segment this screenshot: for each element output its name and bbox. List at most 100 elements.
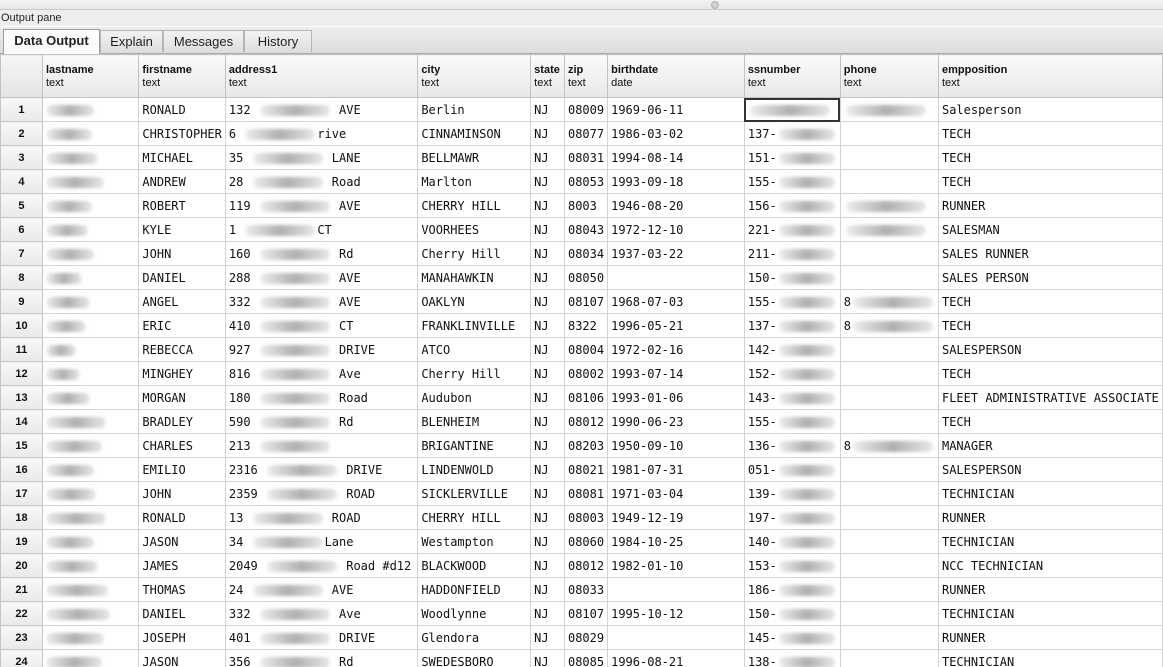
table-row[interactable]: 12 MINGHEY 816 Ave Cherry Hill NJ 08002 1993-0… [0,361,1163,386]
cell-address1[interactable]: 2049 Road #d12 [224,553,419,578]
cell-lastname[interactable] [41,385,140,410]
cell-birthdate[interactable]: 1950-09-10 [607,433,745,458]
cell-state[interactable]: NJ [530,481,565,506]
cell-empposition[interactable]: SALESPERSON [937,457,1163,482]
tab-messages[interactable]: Messages [163,30,244,52]
cell-birthdate[interactable]: 1972-02-16 [607,337,745,362]
row-number[interactable]: 9 [0,289,43,314]
column-header-lastname[interactable]: lastname text [41,54,140,98]
cell-city[interactable]: HADDONFIELD [417,577,532,602]
cell-zip[interactable]: 08012 [563,409,609,434]
cell-lastname[interactable] [41,217,140,242]
cell-city[interactable]: ATCO [417,337,532,362]
cell-firstname[interactable]: CHRISTOPHER [138,121,226,146]
cell-state[interactable]: NJ [530,217,565,242]
cell-birthdate[interactable]: 1968-07-03 [607,289,745,314]
cell-birthdate[interactable]: 1972-12-10 [607,217,745,242]
cell-city[interactable]: BLACKWOOD [417,553,532,578]
cell-address1[interactable]: 590 Rd [224,409,419,434]
cell-zip[interactable]: 08053 [563,169,609,194]
cell-firstname[interactable]: REBECCA [138,337,226,362]
cell-city[interactable]: Cherry Hill [417,241,532,266]
table-row[interactable]: 4 ANDREW 28 Road Marlton NJ 08053 1993-09-18 15… [0,169,1163,194]
cell-phone[interactable] [839,505,939,530]
row-number[interactable]: 21 [0,577,43,602]
cell-birthdate[interactable]: 1982-01-10 [607,553,745,578]
cell-lastname[interactable] [41,97,140,122]
cell-ssnumber[interactable]: 156- [743,193,841,218]
row-number[interactable]: 16 [0,457,43,482]
cell-lastname[interactable] [41,361,140,386]
cell-birthdate[interactable] [607,265,745,290]
table-row[interactable]: 21 THOMAS 24 AVE HADDONFIELD NJ 08033 186- RUNN… [0,577,1163,602]
cell-state[interactable]: NJ [530,433,565,458]
cell-empposition[interactable]: NCC TECHNICIAN [937,553,1163,578]
cell-zip[interactable]: 8322 [563,313,609,338]
cell-birthdate[interactable]: 1990-06-23 [607,409,745,434]
table-row[interactable]: 19 JASON 34 Lane Westampton NJ 08060 1984-10-2… [0,529,1163,554]
cell-address1[interactable]: 13 ROAD [224,505,419,530]
row-number[interactable]: 17 [0,481,43,506]
row-number[interactable]: 14 [0,409,43,434]
cell-empposition[interactable]: MANAGER [937,433,1163,458]
row-number[interactable]: 7 [0,241,43,266]
column-header-city[interactable]: city text [417,54,532,98]
data-grid[interactable]: lastname text firstname text address1 text … [0,54,1163,667]
cell-empposition[interactable]: TECH [937,145,1163,170]
cell-city[interactable]: BRIGANTINE [417,433,532,458]
cell-phone[interactable]: 8 [839,289,939,314]
row-number[interactable]: 3 [0,145,43,170]
cell-phone[interactable] [839,337,939,362]
cell-empposition[interactable]: TECH [937,361,1163,386]
table-row[interactable]: 8 DANIEL 288 AVE MANAHAWKIN NJ 08050 150- SALES… [0,265,1163,290]
table-row[interactable]: 17 JOHN 2359 ROAD SICKLERVILLE NJ 08081 1971-0… [0,481,1163,506]
cell-lastname[interactable] [41,145,140,170]
cell-city[interactable]: BELLMAWR [417,145,532,170]
cell-firstname[interactable]: KYLE [138,217,226,242]
cell-lastname[interactable] [41,649,140,667]
cell-phone[interactable] [839,217,939,242]
table-row[interactable]: 1 RONALD 132 AVE Berlin NJ 08009 1969-06-11 Sal… [0,97,1163,122]
cell-empposition[interactable]: RUNNER [937,505,1163,530]
cell-address1[interactable]: 1 CT [224,217,419,242]
cell-state[interactable]: NJ [530,409,565,434]
cell-firstname[interactable]: JOHN [138,241,226,266]
table-row[interactable]: 22 DANIEL 332 Ave Woodlynne NJ 08107 1995-10-1… [0,601,1163,626]
row-number[interactable]: 20 [0,553,43,578]
cell-empposition[interactable]: TECH [937,289,1163,314]
cell-state[interactable]: NJ [530,265,565,290]
row-number[interactable]: 18 [0,505,43,530]
cell-state[interactable]: NJ [530,601,565,626]
cell-birthdate[interactable]: 1949-12-19 [607,505,745,530]
cell-city[interactable]: Glendora [417,625,532,650]
cell-zip[interactable]: 08002 [563,361,609,386]
cell-ssnumber[interactable]: 051- [743,457,841,482]
row-number[interactable]: 10 [0,313,43,338]
cell-city[interactable]: SICKLERVILLE [417,481,532,506]
cell-ssnumber[interactable]: 142- [743,337,841,362]
cell-address1[interactable]: 180 Road [224,385,419,410]
cell-zip[interactable]: 08060 [563,529,609,554]
cell-address1[interactable]: 2316 DRIVE [224,457,419,482]
cell-phone[interactable] [839,385,939,410]
cell-firstname[interactable]: MICHAEL [138,145,226,170]
table-row[interactable]: 11 REBECCA 927 DRIVE ATCO NJ 08004 1972-02-16 1… [0,337,1163,362]
cell-city[interactable]: CINNAMINSON [417,121,532,146]
cell-city[interactable]: Westampton [417,529,532,554]
cell-lastname[interactable] [41,265,140,290]
column-header-empposition[interactable]: empposition text [937,54,1163,98]
row-number[interactable]: 1 [0,97,43,122]
cell-empposition[interactable]: TECHNICIAN [937,601,1163,626]
cell-phone[interactable] [839,241,939,266]
cell-city[interactable]: MANAHAWKIN [417,265,532,290]
cell-zip[interactable]: 08009 [563,97,609,122]
cell-zip[interactable]: 08031 [563,145,609,170]
cell-birthdate[interactable]: 1984-10-25 [607,529,745,554]
cell-firstname[interactable]: JASON [138,529,226,554]
row-number[interactable]: 24 [0,649,43,667]
cell-address1[interactable]: 28 Road [224,169,419,194]
row-number[interactable]: 15 [0,433,43,458]
cell-phone[interactable]: 8 [839,313,939,338]
cell-city[interactable]: OAKLYN [417,289,532,314]
cell-lastname[interactable] [41,505,140,530]
